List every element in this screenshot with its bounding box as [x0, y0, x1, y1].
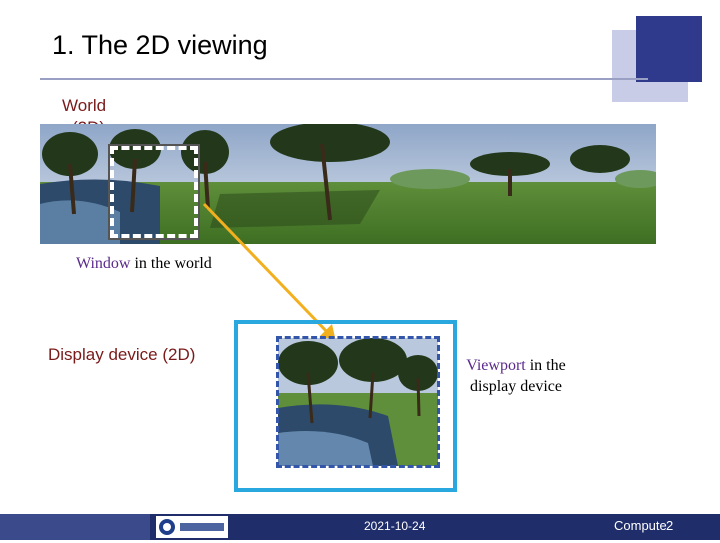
decor-square-dark: [636, 16, 702, 82]
display-label: Display device (2D): [48, 345, 196, 364]
footer-course: Compute: [614, 518, 667, 533]
footer-date: 2021-10-24: [364, 519, 426, 533]
university-logo: [156, 516, 228, 538]
window-label-accent: Window: [76, 255, 131, 272]
slide-title: 1. The 2D viewing: [52, 30, 268, 60]
footer-left-block: [0, 514, 150, 540]
window-selection-box: [108, 144, 200, 240]
page-number: 2: [666, 518, 674, 533]
title-underline: [40, 78, 648, 80]
viewport-border: [276, 336, 440, 468]
viewport-label-accent: Viewport: [466, 357, 526, 374]
world-label-line1: World: [62, 96, 107, 115]
viewport-label: Viewport in the display device: [456, 355, 576, 397]
logo-emblem-icon: [159, 519, 224, 535]
